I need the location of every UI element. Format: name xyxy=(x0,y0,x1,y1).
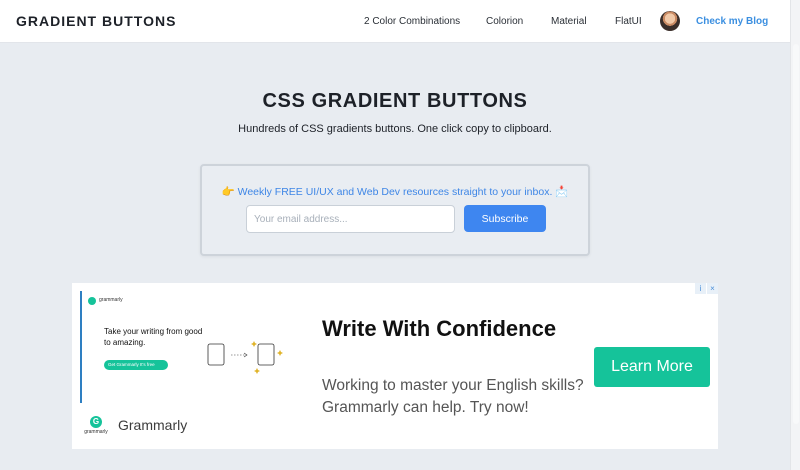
nav-link-material[interactable]: Material xyxy=(551,16,587,27)
subscribe-button[interactable]: Subscribe xyxy=(464,205,546,232)
ad-choices-badge[interactable]: i × xyxy=(695,283,718,294)
ad-small-brand: grammarly xyxy=(99,297,123,303)
newsletter-box: 👉 Weekly FREE UI/UX and Web Dev resource… xyxy=(200,164,590,256)
page-title: CSS GRADIENT BUTTONS xyxy=(262,90,528,112)
grammarly-brand-logo: G grammarly xyxy=(83,416,109,438)
pointing-hand-icon: 👉 xyxy=(221,186,235,198)
email-input[interactable] xyxy=(246,205,455,233)
learn-more-button[interactable]: Learn More xyxy=(594,347,710,387)
ad-headline[interactable]: Write With Confidence xyxy=(322,316,556,342)
ad-info-icon[interactable]: i xyxy=(695,283,706,294)
ad-small-cta-button[interactable]: Get Grammarly It's free xyxy=(104,360,168,370)
nav-link-check-my-blog[interactable]: Check my Blog xyxy=(696,16,768,27)
newsletter-text: 👉 Weekly FREE UI/UX and Web Dev resource… xyxy=(202,185,588,198)
page-subtitle: Hundreds of CSS gradients buttons. One c… xyxy=(238,123,552,135)
document-transform-icon xyxy=(207,341,283,374)
ad-small-headline: Take your writing from good to amazing. xyxy=(104,327,203,347)
grammarly-ad[interactable]: i × grammarly Take your writing from goo… xyxy=(72,283,718,449)
nav-link-flatui[interactable]: FlatUI xyxy=(615,16,642,27)
ad-close-icon[interactable]: × xyxy=(707,283,718,294)
nav-link-2-color-combinations[interactable]: 2 Color Combinations xyxy=(364,16,460,27)
scrollbar-thumb[interactable] xyxy=(793,44,799,424)
site-logo[interactable]: GRADIENT BUTTONS xyxy=(16,13,176,29)
ad-advertiser-name[interactable]: Grammarly xyxy=(118,417,187,433)
top-navbar: GRADIENT BUTTONS 2 Color Combinations Co… xyxy=(0,0,790,43)
nav-link-colorion[interactable]: Colorion xyxy=(486,16,523,27)
grammarly-g-icon: G xyxy=(90,416,102,428)
grammarly-wordmark: grammarly xyxy=(84,429,108,435)
envelope-icon: 📩 xyxy=(555,186,569,198)
grammarly-logo-icon xyxy=(88,297,96,305)
newsletter-message: Weekly FREE UI/UX and Web Dev resources … xyxy=(237,186,553,198)
author-avatar[interactable] xyxy=(660,11,680,31)
ad-body-text[interactable]: Working to master your English skills? G… xyxy=(322,375,597,419)
ad-preview-panel[interactable]: grammarly Take your writing from good to… xyxy=(80,291,292,403)
page-scrollbar[interactable] xyxy=(790,0,800,470)
